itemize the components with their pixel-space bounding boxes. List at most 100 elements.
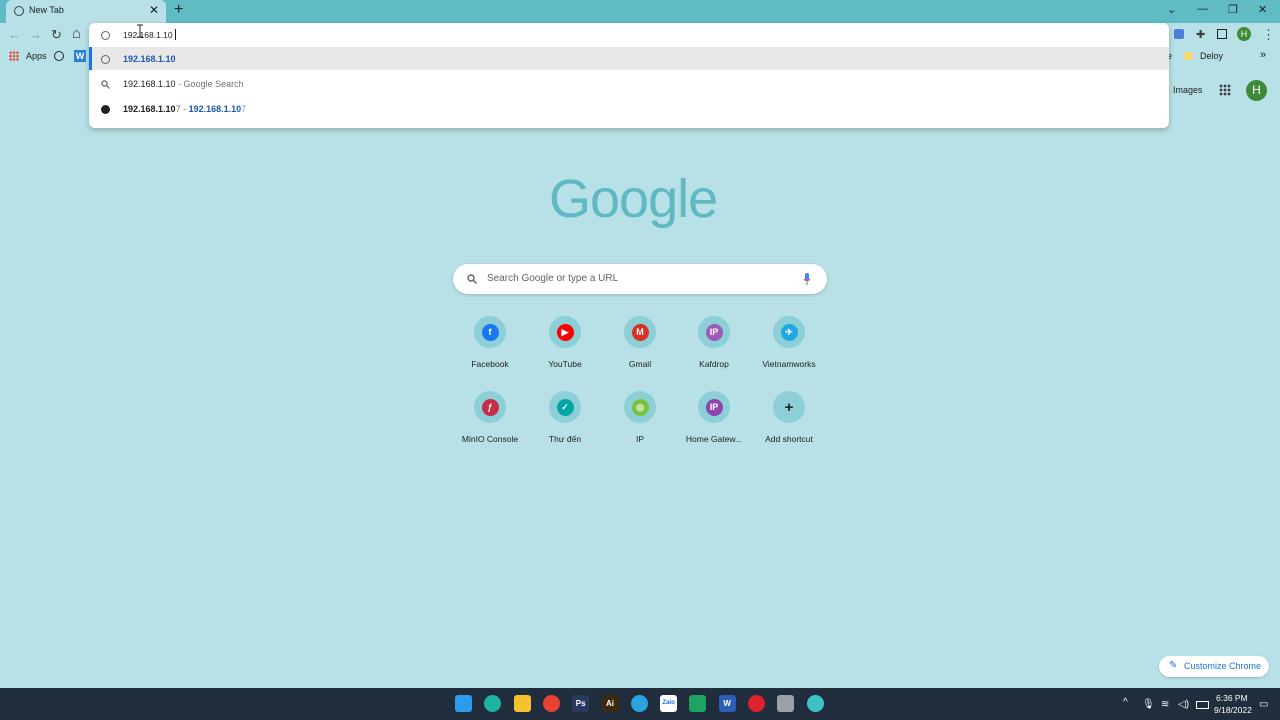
shortcut-label: Add shortcut <box>765 434 813 444</box>
side-panel-icon[interactable] <box>1217 29 1227 39</box>
shortcut-glyph-icon: IP <box>705 323 723 341</box>
taskbar-opera-icon[interactable] <box>748 695 765 712</box>
taskbar-zalo-icon[interactable]: Zalo <box>660 695 678 712</box>
apps-grid-icon <box>9 51 19 61</box>
tab-close-icon[interactable]: ✕ <box>149 3 159 17</box>
customize-label: Customize Chrome <box>1184 661 1262 671</box>
taskbar-telegram-icon[interactable] <box>630 695 648 712</box>
extensions-icon[interactable]: ✚ <box>1196 28 1205 41</box>
search-icon <box>467 274 477 284</box>
shortcut-tile[interactable]: IP Kafdrop <box>677 316 751 386</box>
new-tab-button[interactable]: + <box>174 1 183 19</box>
chrome-menu-icon[interactable]: ⋮ <box>1262 27 1275 43</box>
taskbar-settings-icon[interactable] <box>777 695 795 712</box>
bookmark-globe-icon[interactable] <box>54 51 64 61</box>
address-input[interactable]: 192.168.1.10 <box>123 30 173 40</box>
shortcut-label: Thư đến <box>548 434 582 444</box>
shortcut-tile[interactable]: M Gmail <box>603 316 677 386</box>
forward-button[interactable]: → <box>29 27 42 42</box>
back-button[interactable]: ← <box>8 27 21 42</box>
notification-icon[interactable]: ▭ <box>1259 699 1268 710</box>
selection-indicator <box>89 47 92 70</box>
reload-button[interactable]: ↻ <box>51 27 62 43</box>
bookmark-folder-deloy[interactable]: Deloy <box>1200 51 1223 61</box>
bookmark-apps[interactable]: Apps <box>26 51 47 61</box>
shortcut-tile[interactable]: ✓ Thư đến <box>528 391 602 461</box>
shortcut-tile[interactable]: ◎ IP <box>603 391 677 461</box>
shortcut-glyph-icon: + <box>784 398 794 416</box>
account-avatar[interactable]: H <box>1246 80 1267 101</box>
omnibox-dropdown[interactable]: 192.168.1.10 192.168.1.10 192.168.1.10 -… <box>89 23 1169 128</box>
shortcut-icon: IP <box>698 391 730 423</box>
taskbar-app-green-icon[interactable] <box>689 695 707 712</box>
suggestion-history-icon <box>101 105 110 114</box>
microphone-icon[interactable] <box>803 273 811 286</box>
google-apps-icon[interactable] <box>1219 84 1231 96</box>
taskbar-windows-start-icon[interactable] <box>455 695 472 712</box>
shortcut-icon: M <box>624 316 656 348</box>
wifi-icon[interactable]: ≋ <box>1161 699 1169 710</box>
shortcut-icon: f <box>474 316 506 348</box>
suggestion-row-selected[interactable] <box>89 47 1169 70</box>
tab-new-tab[interactable]: New Tab ✕ <box>6 0 166 23</box>
taskbar-illustrator-icon[interactable]: Ai <box>601 695 619 712</box>
taskbar-chrome-icon[interactable] <box>542 695 560 712</box>
tab-title: New Tab <box>29 5 64 15</box>
shortcut-icon: + <box>773 391 805 423</box>
tab-search-dropdown-icon[interactable]: ⌄ <box>1167 3 1176 16</box>
bookmark-w-icon[interactable]: W <box>74 50 86 62</box>
pencil-icon: ✎ <box>1169 660 1178 671</box>
battery-icon[interactable] <box>1196 701 1209 709</box>
history-text-bold: 192.168.1.10 <box>123 104 176 114</box>
translate-extension-icon[interactable] <box>1174 29 1184 39</box>
shortcut-label: Vietnamworks <box>762 359 816 369</box>
more-bookmarks-icon[interactable]: » <box>1260 49 1266 61</box>
shortcut-icon: ✓ <box>549 391 581 423</box>
shortcut-glyph-icon: IP <box>705 398 723 416</box>
shortcut-tile[interactable]: IP Home Gatew... <box>677 391 751 461</box>
shortcut-tile[interactable]: ▶ YouTube <box>528 316 602 386</box>
clock-time[interactable]: 6:36 PM <box>1216 693 1248 703</box>
window-close-button[interactable]: ✕ <box>1258 3 1267 16</box>
tray-mic-icon[interactable]: 🎙 <box>1142 699 1155 710</box>
search-box[interactable]: Search Google or type a URL <box>453 264 827 294</box>
minimize-button[interactable]: — <box>1197 3 1208 15</box>
shortcut-glyph-icon: ✓ <box>556 398 574 416</box>
volume-icon[interactable]: ◁) <box>1178 699 1189 710</box>
history-separator: - <box>180 104 189 114</box>
shortcut-glyph-icon: f <box>481 323 499 341</box>
taskbar-file-explorer-icon[interactable] <box>513 695 531 712</box>
shortcut-label: YouTube <box>548 359 582 369</box>
tray-overflow-icon[interactable]: ^ <box>1123 697 1128 708</box>
customize-chrome-button[interactable]: ✎ Customize Chrome <box>1159 656 1269 677</box>
shortcut-label: Gmail <box>628 359 652 369</box>
text-cursor-pointer-icon <box>137 24 143 38</box>
shortcut-tile[interactable]: ✈ Vietnamworks <box>752 316 826 386</box>
suggestion-search-icon <box>101 80 110 89</box>
search-input[interactable]: Search Google or type a URL <box>487 273 618 284</box>
suggestion-globe-icon <box>101 55 110 64</box>
taskbar-word-icon[interactable]: W <box>718 695 736 712</box>
shortcut-tile[interactable]: + Add shortcut <box>752 391 826 461</box>
restore-button[interactable]: ❐ <box>1228 3 1238 16</box>
shortcut-tile[interactable]: ƒ MinIO Console <box>453 391 527 461</box>
suggestion-url[interactable]: 192.168.1.10 <box>123 54 176 64</box>
taskbar-photoshop-icon[interactable]: Ps <box>572 695 590 712</box>
shortcut-glyph-icon: M <box>631 323 649 341</box>
images-link[interactable]: Images <box>1173 85 1203 95</box>
suggestion-history-row[interactable]: 192.168.1.107 - 192.168.1.107 <box>123 104 246 114</box>
shortcut-tile[interactable]: f Facebook <box>453 316 527 386</box>
shortcut-glyph-icon: ƒ <box>481 398 499 416</box>
shortcut-glyph-icon: ▶ <box>556 323 574 341</box>
shortcut-label: MinIO Console <box>461 434 519 444</box>
page-info-globe-icon[interactable] <box>101 31 110 40</box>
google-logo: Google <box>549 169 718 229</box>
suggestion-search-row[interactable]: 192.168.1.10 - Google Search <box>123 79 244 89</box>
taskbar-chrome-active-icon[interactable] <box>806 695 824 712</box>
folder-icon <box>1184 52 1193 60</box>
home-button[interactable]: ⌂ <box>72 25 81 42</box>
shortcut-icon: IP <box>698 316 730 348</box>
profile-avatar[interactable]: H <box>1237 27 1251 41</box>
clock-date[interactable]: 9/18/2022 <box>1214 705 1252 715</box>
shortcut-glyph-icon: ◎ <box>631 398 649 416</box>
